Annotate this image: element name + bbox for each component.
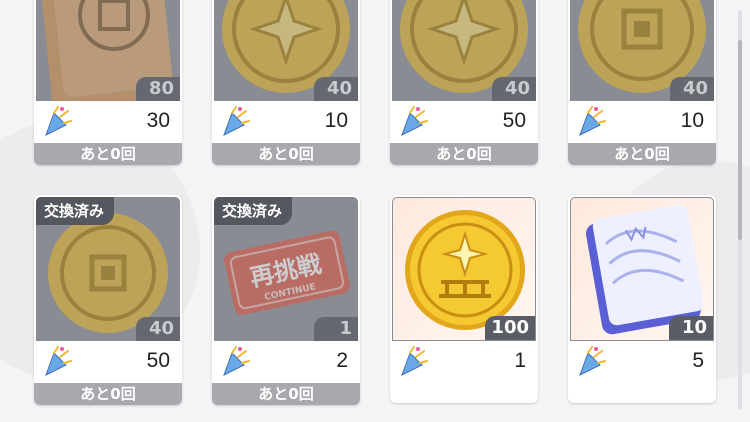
remaining-count: あと0回 [34, 383, 182, 405]
exchange-item-card[interactable]: 100 1 [390, 195, 538, 403]
item-thumbnail: 40 [214, 0, 358, 101]
item-thumbnail: 再挑戦 CONTINUE 交換済み 1 [214, 197, 358, 341]
exchange-grid: 80 30 あと0回 40 10 あと0回 40 50 あと0回 40 10 あ… [0, 0, 750, 422]
item-info: 2 [212, 341, 360, 381]
item-quantity: 80 [136, 77, 180, 101]
remaining-count: あと0回 [390, 143, 538, 165]
scrollbar[interactable] [738, 10, 742, 410]
item-quantity: 40 [670, 77, 714, 101]
item-quantity: 40 [492, 77, 536, 101]
exchange-item-card[interactable]: 80 30 あと0回 [34, 0, 182, 165]
item-cost: 10 [324, 109, 348, 132]
item-cost: 50 [502, 109, 526, 132]
party-popper-icon [45, 106, 72, 137]
party-popper-icon [223, 106, 250, 137]
scrollbar-thumb[interactable] [738, 40, 742, 240]
remaining-count: あと0回 [568, 143, 716, 165]
item-thumbnail: 100 [392, 197, 536, 341]
item-thumbnail: 40 [570, 0, 714, 101]
item-info: 10 [212, 101, 360, 141]
party-popper-icon [223, 346, 250, 377]
exchange-item-card[interactable]: 10 5 [568, 195, 716, 403]
item-info: 50 [34, 341, 182, 381]
remaining-count: あと0回 [212, 383, 360, 405]
remaining-count: あと0回 [34, 143, 182, 165]
item-quantity: 1 [314, 317, 358, 341]
item-quantity: 10 [669, 316, 713, 340]
item-info: 50 [390, 101, 538, 141]
party-popper-icon [45, 346, 72, 377]
item-quantity: 40 [314, 77, 358, 101]
exchange-item-card[interactable]: 再挑戦 CONTINUE 交換済み 1 2 あと0回 [212, 195, 360, 405]
party-popper-icon [401, 106, 428, 137]
item-cost: 1 [514, 349, 526, 372]
item-cost: 30 [146, 109, 170, 132]
exchange-item-card[interactable]: 40 10 あと0回 [212, 0, 360, 165]
exchanged-tag: 交換済み [214, 197, 293, 225]
remaining-count: あと0回 [212, 143, 360, 165]
party-popper-icon [401, 346, 428, 377]
item-cost: 2 [336, 349, 348, 372]
item-info: 10 [568, 101, 716, 141]
exchanged-tag: 交換済み [36, 197, 115, 225]
item-info: 5 [568, 341, 716, 381]
item-info: 1 [390, 341, 538, 381]
item-info: 30 [34, 101, 182, 141]
item-thumbnail: 40 [392, 0, 536, 101]
item-thumbnail: 10 [570, 197, 714, 341]
item-cost: 5 [692, 349, 704, 372]
item-thumbnail: 交換済み 40 [36, 197, 180, 341]
party-popper-icon [579, 346, 606, 377]
item-cost: 10 [680, 109, 704, 132]
item-quantity: 40 [136, 317, 180, 341]
exchange-item-card[interactable]: 40 10 あと0回 [568, 0, 716, 165]
item-quantity: 100 [485, 316, 535, 340]
exchange-item-card[interactable]: 交換済み 40 50 あと0回 [34, 195, 182, 405]
item-thumbnail: 80 [36, 0, 180, 101]
party-popper-icon [579, 106, 606, 137]
exchange-item-card[interactable]: 40 50 あと0回 [390, 0, 538, 165]
item-cost: 50 [146, 349, 170, 372]
